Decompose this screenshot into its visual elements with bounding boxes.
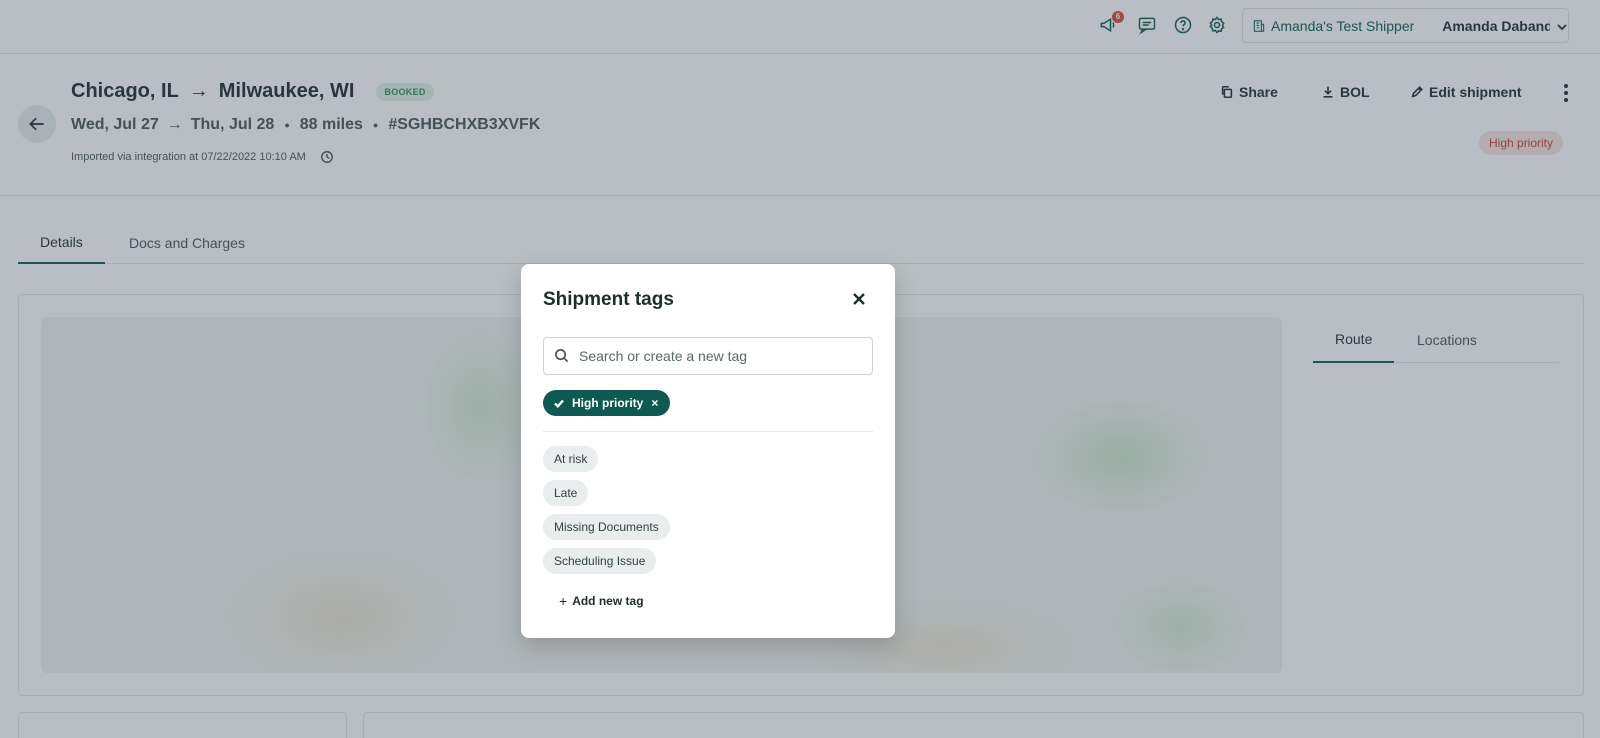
remove-tag-icon[interactable]: × xyxy=(651,396,658,410)
close-icon[interactable] xyxy=(850,290,868,308)
plus-icon: + xyxy=(559,593,568,609)
add-new-tag-label: Add new tag xyxy=(572,594,644,608)
selected-tag-label: High priority xyxy=(572,396,644,410)
divider xyxy=(543,431,873,432)
add-new-tag-button[interactable]: + Add new tag xyxy=(559,593,644,609)
search-icon xyxy=(554,348,570,364)
selected-tag-high-priority[interactable]: High priority × xyxy=(543,390,671,416)
tag-option-missing-documents[interactable]: Missing Documents xyxy=(543,514,670,540)
shipment-tags-modal: Shipment tags High priority × At risk La… xyxy=(521,264,895,638)
tag-search-input[interactable] xyxy=(579,348,859,364)
tag-search-field xyxy=(543,337,873,375)
tag-option-scheduling-issue[interactable]: Scheduling Issue xyxy=(543,548,657,574)
available-tags-list: At risk Late Missing Documents Schedulin… xyxy=(543,446,670,582)
modal-title: Shipment tags xyxy=(543,289,674,310)
tag-option-at-risk[interactable]: At risk xyxy=(543,446,599,472)
tag-option-late[interactable]: Late xyxy=(543,480,589,506)
check-icon xyxy=(553,397,572,409)
